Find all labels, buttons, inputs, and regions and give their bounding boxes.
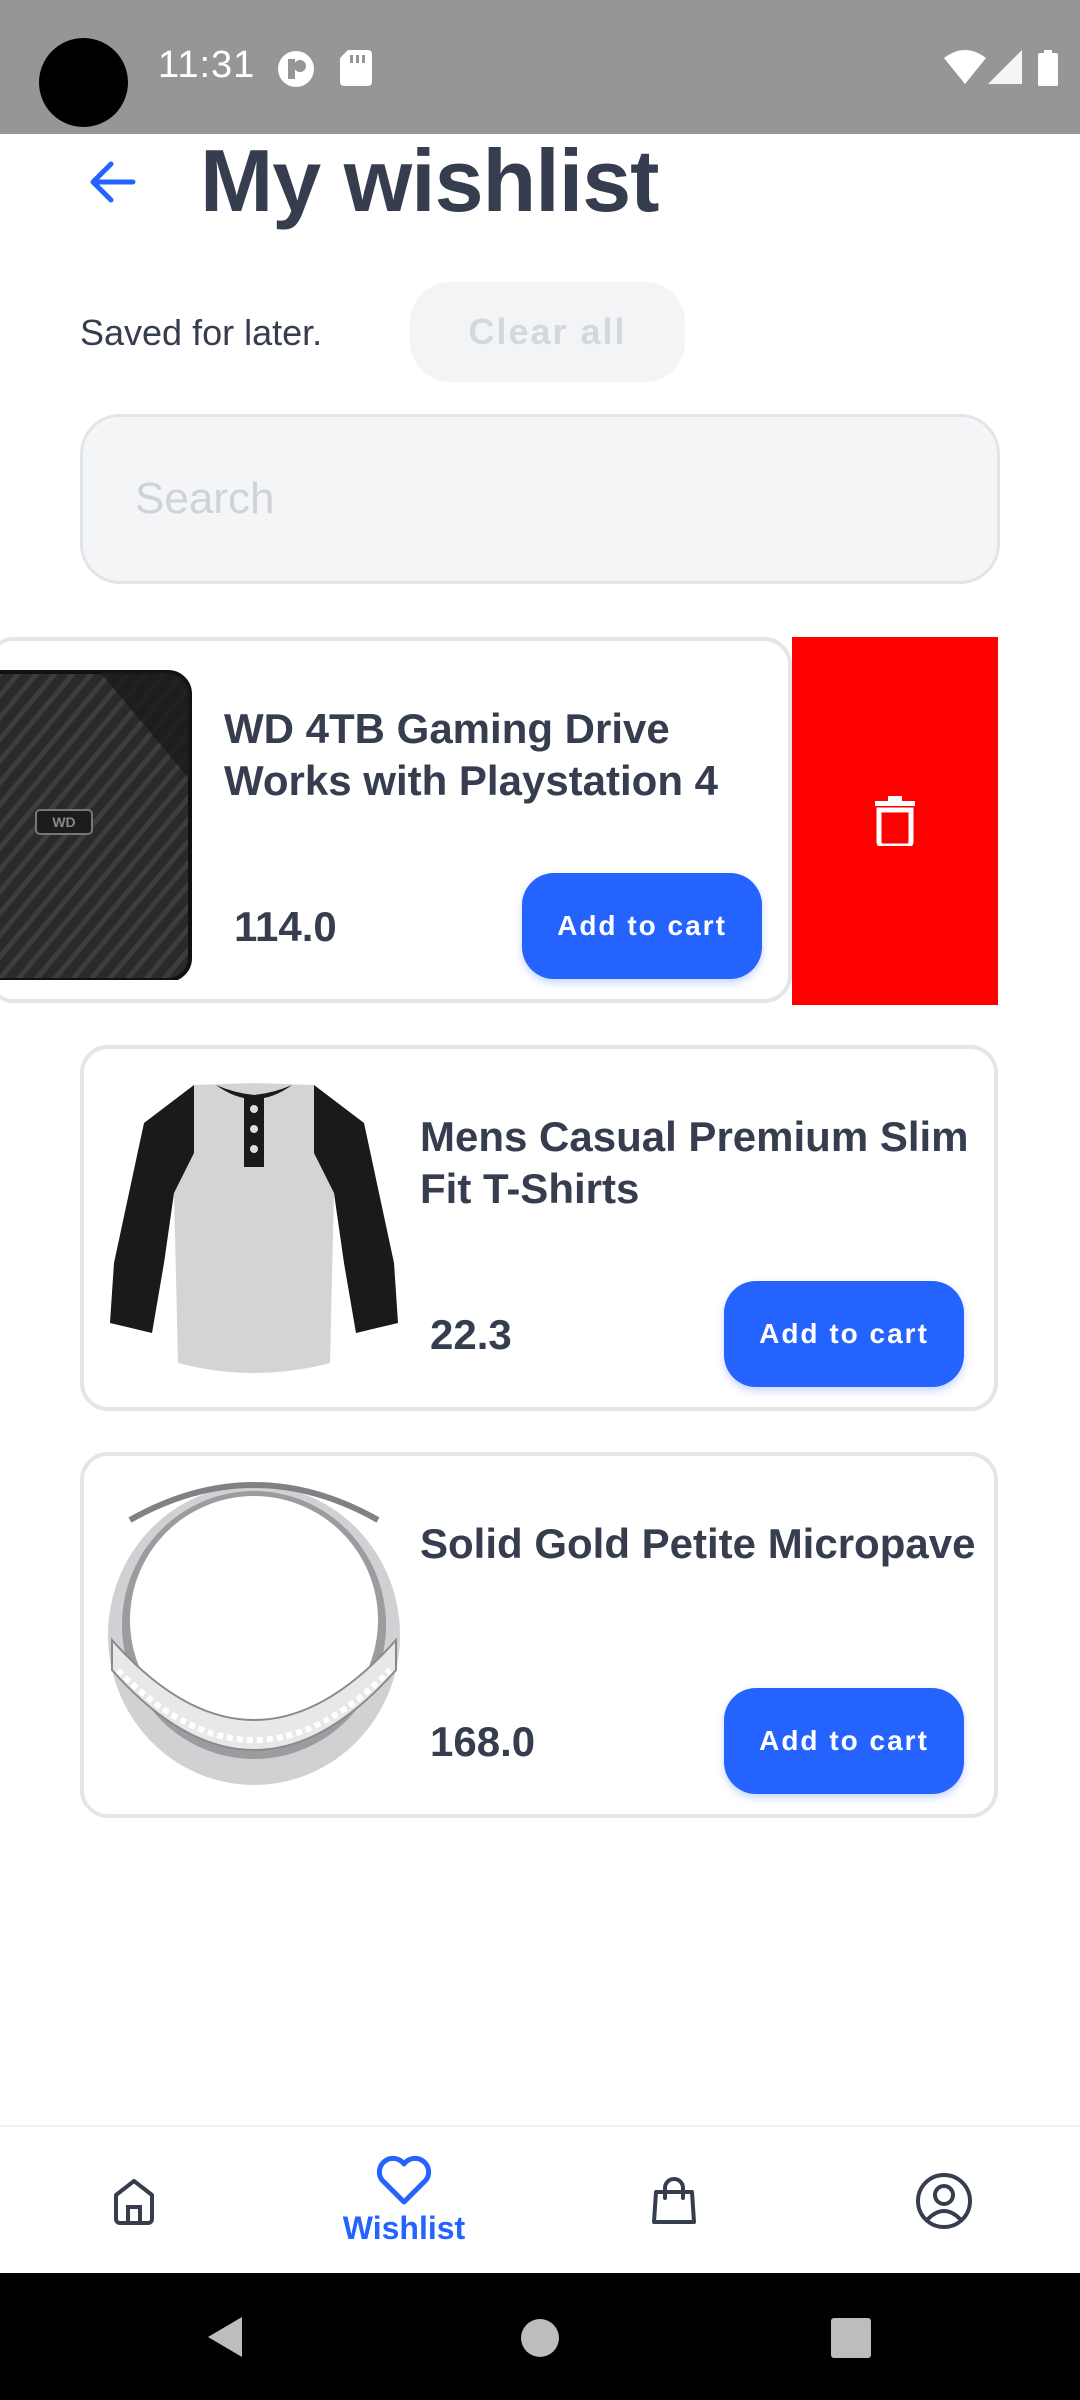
delete-item-button[interactable] [792, 637, 998, 1005]
back-triangle-icon[interactable] [204, 2315, 244, 2359]
item-title: WD 4TB Gaming Drive Works with Playstati… [224, 705, 719, 804]
recents-square-icon[interactable] [830, 2317, 872, 2359]
product-image-ring [104, 1470, 404, 1800]
item-price: 168.0 [430, 1718, 536, 1765]
wifi-icon [944, 50, 986, 84]
arrow-left-icon [90, 161, 136, 203]
item-price: 22.3 [430, 1311, 512, 1358]
nav-wishlist-label: Wishlist [342, 2209, 466, 2246]
add-to-cart-button[interactable]: Add to cart [522, 873, 762, 979]
status-bar: 11:31 [0, 0, 1080, 134]
search-input[interactable] [80, 414, 1000, 584]
home-icon [114, 2179, 154, 2225]
app-notification-icon [278, 51, 314, 87]
camera-cutout [39, 38, 128, 127]
battery-icon [1038, 50, 1058, 86]
system-navigation-bar [0, 2273, 1080, 2400]
item-title: Mens Casual Premium Slim Fit T-Shirts [420, 1113, 969, 1212]
item-price: 114.0 [234, 903, 337, 950]
page-title: My wishlist [200, 131, 659, 230]
profile-icon [916, 2173, 972, 2229]
status-time: 11:31 [158, 44, 256, 86]
svg-text:WD: WD [52, 814, 75, 830]
sd-card-icon [340, 50, 372, 86]
add-to-cart-button[interactable]: Add to cart [724, 1688, 964, 1794]
wishlist-item[interactable]: Mens Casual Premium Slim Fit T-Shirts 22… [80, 1045, 998, 1411]
wishlist-item[interactable]: Solid Gold Petite Micropave 168.0 Add to… [80, 1452, 998, 1818]
nav-cart[interactable] [634, 2127, 714, 2275]
nav-home[interactable] [94, 2127, 174, 2275]
clear-all-button[interactable]: Clear all [410, 282, 685, 382]
shopping-bag-icon [652, 2177, 696, 2224]
add-to-cart-button[interactable]: Add to cart [724, 1281, 964, 1387]
item-title: Solid Gold Petite Micropave [420, 1520, 976, 1567]
nav-profile[interactable] [904, 2127, 984, 2275]
heart-icon [376, 2155, 432, 2204]
product-image-hard-drive: WD [0, 655, 210, 985]
trash-icon [875, 796, 915, 846]
back-button[interactable] [80, 150, 144, 214]
bottom-navigation: Wishlist [0, 2125, 1080, 2273]
saved-for-later-label: Saved for later. [80, 312, 323, 353]
product-image-t-shirt [104, 1063, 404, 1393]
home-circle-icon[interactable] [520, 2318, 560, 2358]
wishlist-item[interactable]: WD WD 4TB Gaming Drive Works with Playst… [0, 637, 792, 1003]
nav-wishlist[interactable]: Wishlist [324, 2127, 484, 2275]
signal-icon [988, 50, 1022, 84]
